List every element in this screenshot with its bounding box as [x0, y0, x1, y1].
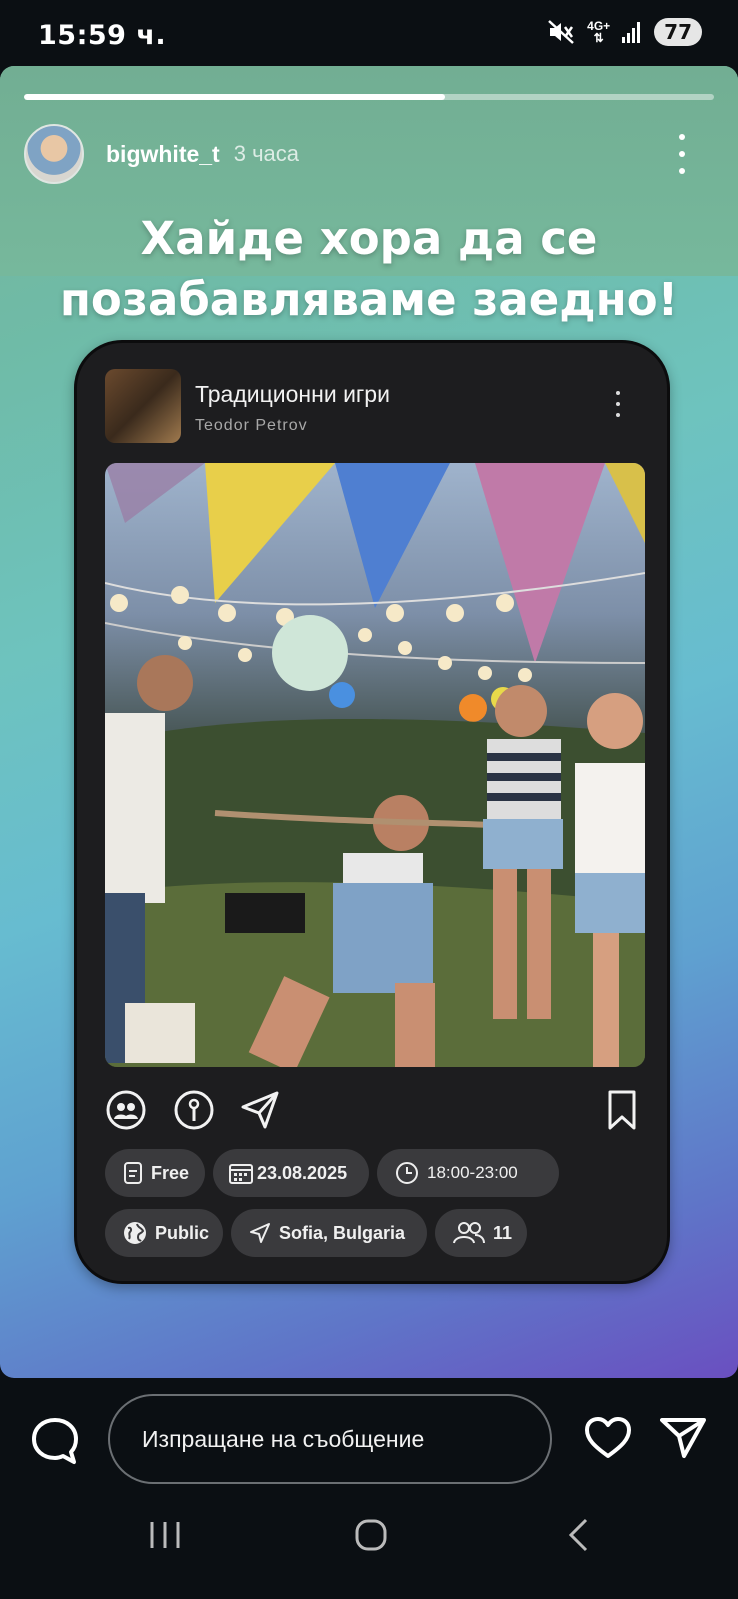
event-photo — [105, 463, 645, 1067]
globe-icon — [124, 1222, 146, 1244]
comment-icon[interactable] — [30, 1416, 80, 1466]
reply-bar: Изпращане на съобщение — [0, 1378, 738, 1599]
info-pin-icon[interactable] — [173, 1089, 215, 1131]
mute-icon — [548, 20, 574, 44]
story-time-ago: 3 часа — [233, 141, 300, 166]
location-arrow-icon — [250, 1223, 270, 1243]
battery-indicator: 77 — [654, 18, 702, 46]
story-caption: Хайде хора да се позабавляваме заедно! — [0, 208, 738, 330]
visibility-chip: Public — [105, 1209, 223, 1257]
attendees-chip: 11 — [435, 1209, 527, 1257]
price-value: Free — [151, 1162, 190, 1183]
event-title: Традиционни игри — [195, 381, 390, 407]
event-more-icon[interactable] — [613, 391, 623, 417]
date-chip: 23.08.2025 — [213, 1149, 369, 1197]
more-options-icon[interactable] — [672, 134, 692, 174]
status-icons: 4G+ ⇅ 77 — [547, 18, 702, 46]
signal-icon — [622, 22, 641, 43]
price-chip: Free — [105, 1149, 205, 1197]
recents-icon[interactable] — [148, 1520, 182, 1550]
avatar[interactable] — [24, 124, 84, 184]
story-progress-bar — [24, 94, 714, 100]
location-chip: Sofia, Bulgaria — [231, 1209, 427, 1257]
home-icon[interactable] — [354, 1518, 388, 1552]
story-username[interactable]: bigwhite_t — [106, 141, 220, 168]
story-header: bigwhite_t 3 часа — [24, 124, 714, 184]
calendar-icon — [229, 1164, 253, 1184]
status-bar: 15:59 ч. 4G+ ⇅ 77 — [0, 0, 738, 66]
heart-icon[interactable] — [584, 1416, 632, 1460]
event-card[interactable]: Традиционни игри Teodor Petrov Free 23.0… — [74, 340, 670, 1284]
visibility-value: Public — [155, 1222, 210, 1243]
time-value: 18:00-23:00 — [427, 1163, 518, 1182]
group-icon[interactable] — [105, 1089, 147, 1131]
story-viewer[interactable]: bigwhite_t 3 часа Хайде хора да се позаб… — [0, 66, 738, 1378]
caption-line-2: позабавляваме заедно! — [59, 273, 679, 326]
people-icon — [453, 1222, 485, 1244]
clock-icon — [396, 1162, 418, 1184]
system-nav-bar — [0, 1486, 738, 1599]
location-value: Sofia, Bulgaria — [279, 1222, 406, 1243]
status-time: 15:59 ч. — [38, 20, 167, 51]
event-author: Teodor Petrov — [195, 417, 308, 434]
date-value: 23.08.2025 — [257, 1162, 348, 1183]
bookmark-icon[interactable] — [601, 1089, 643, 1131]
event-thumbnail — [105, 369, 181, 443]
event-actions — [105, 1089, 645, 1133]
ticket-icon — [124, 1162, 142, 1184]
network-type: 4G+ ⇅ — [587, 20, 610, 44]
story-progress-fill — [24, 94, 445, 100]
share-icon[interactable] — [239, 1089, 281, 1131]
attendees-value: 11 — [493, 1222, 513, 1243]
send-icon[interactable] — [660, 1416, 706, 1460]
caption-line-1: Хайде хора да се — [140, 212, 598, 265]
time-chip: 18:00-23:00 — [377, 1149, 559, 1197]
party-photo-illustration — [105, 463, 645, 1067]
data-arrows-icon: ⇅ — [593, 31, 604, 45]
message-input[interactable]: Изпращане на съобщение — [108, 1394, 552, 1484]
message-placeholder: Изпращане на съобщение — [142, 1425, 425, 1452]
back-icon[interactable] — [566, 1518, 590, 1552]
